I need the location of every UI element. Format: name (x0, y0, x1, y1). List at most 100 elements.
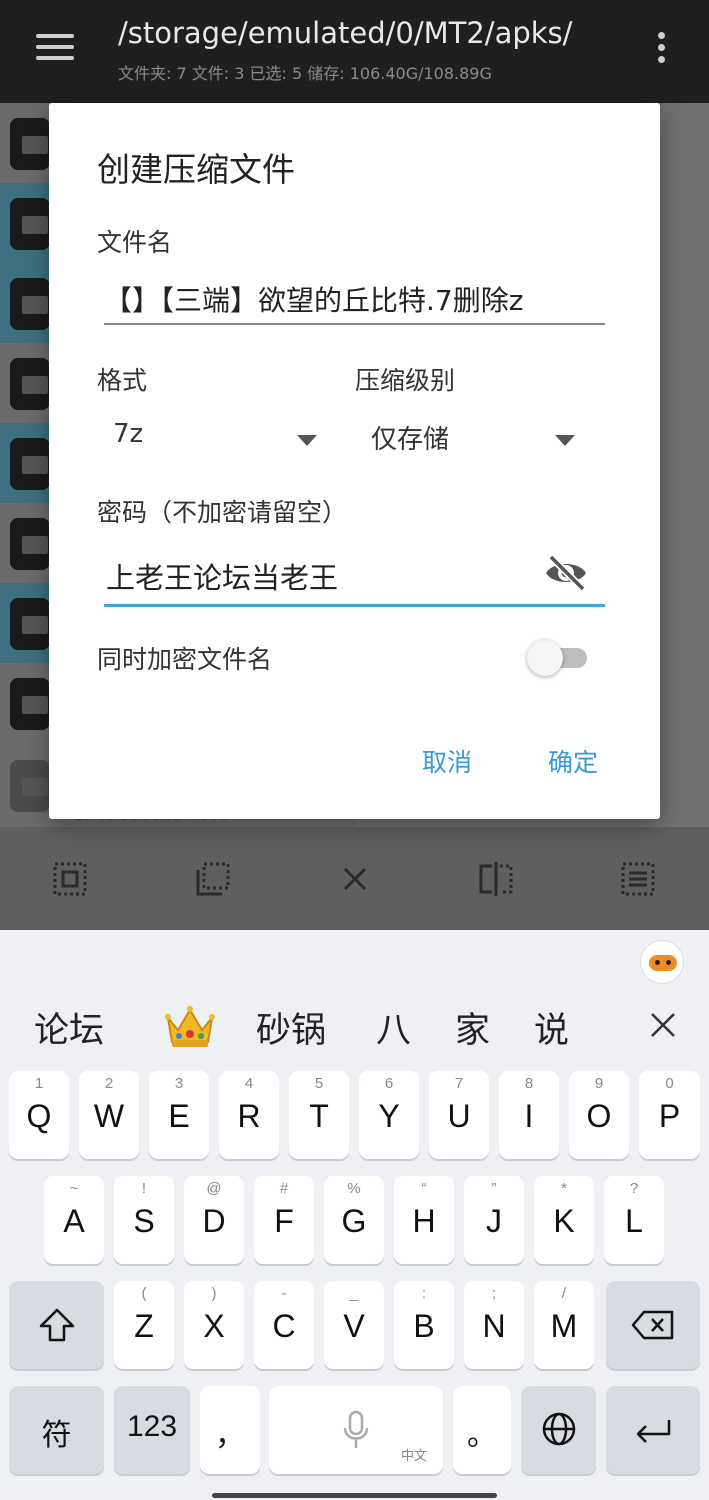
compression-level-value: 仅存储 (371, 425, 450, 455)
backspace-key[interactable] (606, 1281, 700, 1369)
symbol-key[interactable]: 符 (9, 1386, 104, 1474)
list-select-icon[interactable] (620, 861, 656, 897)
key-h[interactable]: “H (394, 1176, 454, 1264)
key-w[interactable]: 2W (79, 1071, 139, 1159)
folder-icon (10, 358, 50, 410)
filename-input[interactable]: 【】【三端】欲望的丘比特.7删除z (104, 273, 605, 325)
list-item[interactable] (0, 423, 50, 503)
key-i[interactable]: 8I (499, 1071, 559, 1159)
selection-toolbar (0, 827, 709, 930)
folder-icon (10, 118, 50, 170)
folder-icon (10, 598, 50, 650)
key-n[interactable]: ; N (464, 1281, 524, 1369)
key-s[interactable]: ! S (114, 1176, 174, 1264)
format-select[interactable]: 7z (113, 419, 319, 465)
language-key[interactable] (521, 1386, 596, 1474)
key-e[interactable]: 3E (149, 1071, 209, 1159)
key-g[interactable]: % G (324, 1176, 384, 1264)
folder-icon (10, 198, 50, 250)
period-key[interactable]: 。 (453, 1386, 511, 1474)
list-item[interactable] (0, 263, 50, 343)
soft-keyboard: 论坛 砂锅 八 家 说 1Q 2W 3E 4R 5T 6Y 7U 8I 9O 0… (0, 930, 709, 1500)
candidate-word[interactable]: 说 (534, 1002, 569, 1053)
comma-key[interactable]: ， (200, 1386, 260, 1474)
candidate-word[interactable]: 家 (455, 1002, 490, 1053)
key-d[interactable]: @ D (184, 1176, 244, 1264)
chevron-down-icon (555, 435, 575, 446)
folder-icon (10, 438, 50, 490)
list-item[interactable] (0, 663, 50, 743)
key-y[interactable]: 6Y (359, 1071, 419, 1159)
menu-icon[interactable] (36, 34, 74, 60)
chevron-down-icon (297, 435, 317, 446)
more-options-icon[interactable] (655, 32, 667, 64)
key-u[interactable]: 7U (429, 1071, 489, 1159)
home-indicator[interactable] (212, 1493, 497, 1498)
list-item[interactable] (0, 745, 50, 825)
dialog-title: 创建压缩文件 (97, 150, 295, 189)
compression-level-label: 压缩级别 (355, 366, 456, 395)
space-language-label: 中文 (400, 1449, 427, 1464)
list-item[interactable] (0, 583, 50, 663)
cancel-button[interactable]: 取消 (422, 743, 472, 779)
list-item[interactable] (0, 343, 50, 423)
key-a[interactable]: ~ A (44, 1176, 104, 1264)
key-b[interactable]: :B (394, 1281, 454, 1369)
shift-icon (39, 1308, 75, 1342)
format-value: 7z (113, 419, 144, 449)
enter-icon (636, 1420, 671, 1443)
key-p[interactable]: 0P (639, 1071, 700, 1159)
backspace-icon (631, 1310, 674, 1340)
file-icon (10, 760, 50, 812)
folder-icon (10, 678, 50, 730)
create-archive-dialog: 创建压缩文件 文件名 【】【三端】欲望的丘比特.7删除z 格式 压缩级别 7z … (49, 103, 660, 819)
visibility-off-icon[interactable] (543, 553, 589, 593)
key-l[interactable]: ? L (604, 1176, 664, 1264)
key-m[interactable]: / M (534, 1281, 594, 1369)
candidate-word[interactable]: 八 (376, 1002, 411, 1053)
filename-label: 文件名 (97, 228, 173, 257)
toggle-knob (527, 640, 563, 676)
filename-value: 【】【三端】欲望的丘比特.7删除z (104, 284, 524, 317)
key-f[interactable]: # F (254, 1176, 314, 1264)
password-value: 上老王论坛当老王 (106, 561, 339, 595)
key-j[interactable]: ” J (464, 1176, 524, 1264)
candidate-word[interactable]: 砂锅 (256, 1002, 326, 1053)
key-z[interactable]: (Z (114, 1281, 174, 1369)
key-k[interactable]: * K (534, 1176, 594, 1264)
key-t[interactable]: 5T (289, 1071, 349, 1159)
compression-level-select[interactable]: 仅存储 (371, 419, 577, 465)
globe-icon (542, 1412, 576, 1446)
key-v[interactable]: _ V (324, 1281, 384, 1369)
storage-stats: 文件夹: 7 文件: 3 已选: 5 储存: 106.40G/108.89G (118, 64, 492, 83)
close-icon[interactable] (337, 861, 373, 897)
folder-icon (10, 278, 50, 330)
list-item[interactable] (0, 183, 50, 263)
password-input[interactable]: 上老王论坛当老王 (104, 543, 605, 607)
key-r[interactable]: 4R (219, 1071, 279, 1159)
select-all-icon[interactable] (52, 861, 88, 897)
confirm-button[interactable]: 确定 (548, 743, 598, 779)
encrypt-filenames-toggle[interactable] (527, 640, 589, 676)
key-c[interactable]: -C (254, 1281, 314, 1369)
password-label: 密码（不加密请留空） (97, 498, 348, 527)
key-q[interactable]: 1Q (9, 1071, 69, 1159)
close-candidates-icon[interactable] (648, 1010, 678, 1040)
candidate-word[interactable]: 论坛 (34, 1002, 104, 1053)
list-item[interactable] (0, 103, 50, 183)
microphone-icon (343, 1410, 369, 1448)
crown-icon[interactable] (164, 1004, 216, 1050)
keyboard-mascot-icon[interactable] (640, 940, 684, 984)
key-o[interactable]: 9O (569, 1071, 629, 1159)
folder-icon (10, 518, 50, 570)
number-key[interactable]: 123 (114, 1386, 190, 1474)
encrypt-filenames-label: 同时加密文件名 (97, 645, 273, 674)
shift-key[interactable] (9, 1281, 104, 1369)
invert-selection-icon[interactable] (478, 861, 514, 897)
list-item[interactable] (0, 503, 50, 583)
key-x[interactable]: ) X (184, 1281, 244, 1369)
current-path: /storage/emulated/0/MT2/apks/ (118, 16, 573, 50)
select-range-icon[interactable] (195, 861, 231, 897)
space-key[interactable]: 中文 (269, 1386, 443, 1474)
enter-key[interactable] (606, 1386, 700, 1474)
